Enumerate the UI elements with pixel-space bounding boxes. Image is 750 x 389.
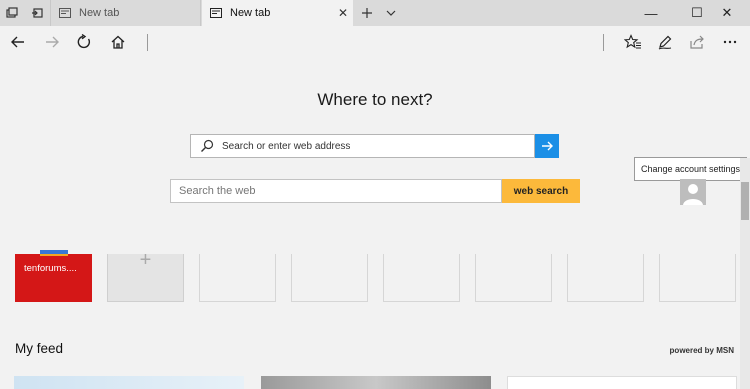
favorites-star-icon[interactable] — [617, 26, 649, 58]
tab-preview-icon[interactable] — [0, 0, 24, 26]
set-tabs-aside-icon[interactable] — [25, 0, 49, 26]
address-bar-input[interactable]: Search or enter web address — [190, 134, 535, 158]
account-avatar-button[interactable] — [680, 179, 706, 205]
share-icon[interactable] — [681, 26, 713, 58]
tab-title: New tab — [79, 7, 120, 19]
feed-card-image[interactable] — [261, 376, 491, 389]
tile-label: tenforums.... — [24, 263, 77, 274]
page-heading: Where to next? — [317, 90, 433, 109]
search-icon — [200, 139, 214, 153]
forward-arrow-icon[interactable] — [36, 26, 68, 58]
toolbar-divider — [603, 34, 604, 51]
go-arrow-button[interactable] — [535, 134, 559, 158]
scrollbar-thumb[interactable] — [741, 182, 749, 220]
chevron-down-icon[interactable] — [379, 0, 403, 26]
tab-new-tab-active[interactable]: New tab ✕ — [202, 0, 353, 26]
navigation-toolbar — [0, 26, 750, 58]
powered-by-msn: powered by MSN — [669, 346, 734, 355]
web-search-button[interactable]: web search — [502, 179, 580, 203]
web-search-placeholder: Search the web — [179, 185, 256, 197]
refresh-icon[interactable] — [68, 26, 100, 58]
empty-site-tile[interactable] — [291, 254, 368, 302]
empty-site-tile[interactable] — [199, 254, 276, 302]
more-icon[interactable] — [714, 26, 746, 58]
tab-page-icon — [210, 8, 222, 18]
new-tab-page: Where to next? Search or enter web addre… — [0, 58, 750, 389]
web-search-input[interactable]: Search the web — [170, 179, 502, 203]
tab-page-icon — [59, 8, 71, 18]
toolbar-divider — [147, 34, 148, 51]
back-arrow-icon[interactable] — [2, 26, 34, 58]
person-icon — [683, 184, 703, 205]
empty-site-tile[interactable] — [475, 254, 552, 302]
feed-card-image[interactable] — [14, 376, 244, 389]
pen-icon[interactable] — [649, 26, 681, 58]
account-settings-tooltip: Change account settings — [634, 157, 747, 181]
empty-site-tile[interactable] — [383, 254, 460, 302]
tab-strip: New tab New tab ✕ — ☐ ✕ — [0, 0, 750, 26]
feed-card-image[interactable] — [507, 376, 737, 389]
feed-heading: My feed — [15, 341, 64, 356]
tab-new-tab-inactive[interactable]: New tab — [50, 0, 201, 26]
new-tab-plus-icon[interactable] — [355, 0, 379, 26]
empty-site-tile[interactable] — [659, 254, 736, 302]
minimize-button[interactable]: — — [628, 0, 674, 26]
close-window-button[interactable]: ✕ — [704, 0, 750, 26]
site-favicon-icon — [40, 250, 68, 256]
close-tab-icon[interactable]: ✕ — [333, 6, 353, 20]
top-site-tile-tenforums[interactable]: tenforums.... — [15, 250, 92, 302]
arrow-right-icon — [542, 141, 553, 151]
empty-site-tile[interactable] — [567, 254, 644, 302]
add-site-tile[interactable]: + — [107, 249, 184, 302]
home-icon[interactable] — [102, 26, 134, 58]
page-scrollbar[interactable] — [740, 158, 750, 389]
tab-title: New tab — [230, 7, 271, 19]
plus-icon: + — [139, 249, 152, 271]
address-bar-placeholder: Search or enter web address — [222, 140, 351, 152]
